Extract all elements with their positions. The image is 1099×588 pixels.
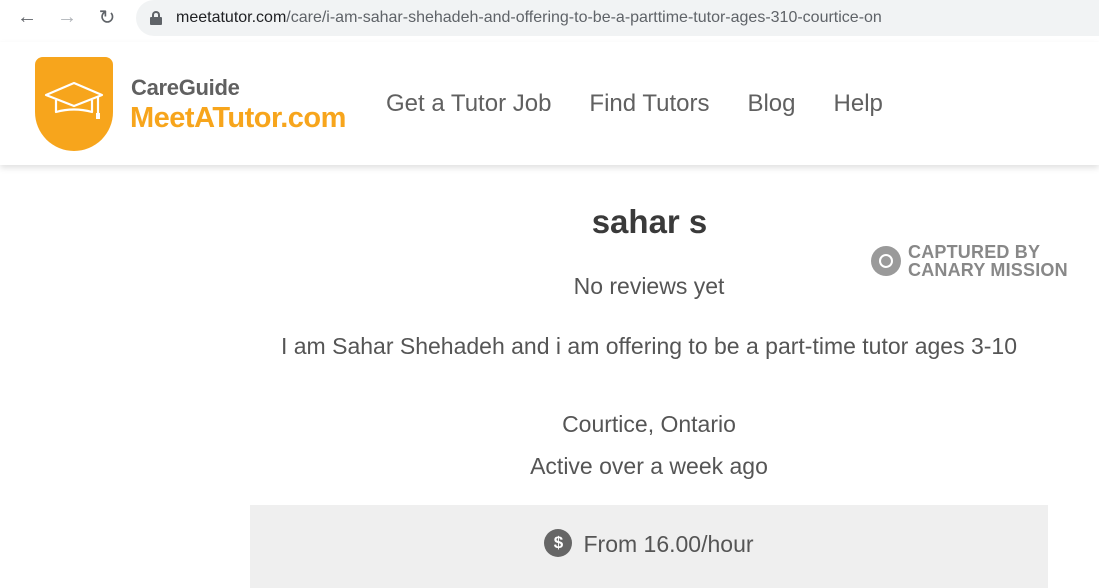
canary-mission-logo-icon — [871, 246, 901, 276]
nav-find-tutors[interactable]: Find Tutors — [589, 90, 709, 118]
nav-blog[interactable]: Blog — [747, 90, 795, 118]
nav-get-a-tutor-job[interactable]: Get a Tutor Job — [386, 90, 551, 118]
graduation-cap-icon — [44, 81, 104, 119]
url-host: meetatutor.com — [176, 9, 287, 26]
logo-badge[interactable] — [35, 57, 113, 151]
nav-help[interactable]: Help — [834, 90, 883, 118]
forward-arrow-icon[interactable]: → — [53, 4, 81, 30]
brand-meetatutor[interactable]: MeetATutor.com — [130, 102, 346, 135]
brand-careguide[interactable]: CareGuide — [131, 75, 240, 101]
reload-icon[interactable]: ↻ — [93, 4, 121, 30]
profile-activity: Active over a week ago — [530, 453, 768, 479]
back-arrow-icon[interactable]: ← — [13, 4, 41, 30]
rate-row: $ From 16.00/hour — [544, 529, 754, 588]
browser-toolbar: ← → ↻ meetatutor.com/care/i-am-sahar-she… — [0, 0, 1099, 36]
dollar-icon: $ — [544, 529, 573, 557]
lock-icon — [150, 11, 162, 25]
profile-tagline: I am Sahar Shehadeh and i am offering to… — [280, 333, 1018, 359]
profile-name-text: sahar s — [591, 203, 708, 240]
main-nav: Get a Tutor Job Find Tutors Blog Help — [386, 90, 921, 118]
profile-location: Courtice, Ontario — [562, 411, 736, 437]
url-path: /care/i-am-sahar-shehadeh-and-offering-t… — [286, 9, 882, 26]
site-header: CareGuide MeetATutor.com Get a Tutor Job… — [0, 42, 1099, 165]
hourly-rate: From 16.00/hour — [583, 531, 754, 557]
reviews-status: No reviews yet — [573, 273, 725, 299]
watermark-line-1: CAPTURED BY — [908, 242, 1041, 262]
profile-name: sahar s — [0, 203, 1099, 241]
url-text: meetatutor.com/care/i-am-sahar-shehadeh-… — [176, 9, 882, 27]
rate-panel: $ From 16.00/hour — [250, 505, 1048, 588]
address-bar[interactable]: meetatutor.com/care/i-am-sahar-shehadeh-… — [136, 0, 1099, 36]
